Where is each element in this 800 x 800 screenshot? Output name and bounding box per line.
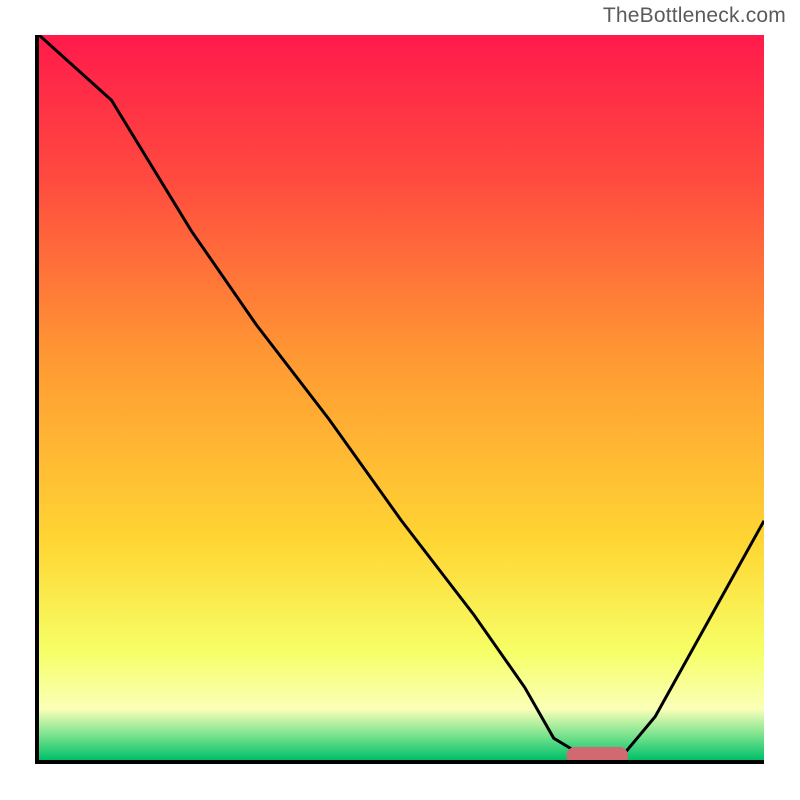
gradient-background xyxy=(39,35,764,760)
watermark-text: TheBottleneck.com xyxy=(603,4,786,28)
chart-container: TheBottleneck.com xyxy=(0,0,800,800)
optimal-marker xyxy=(566,747,628,760)
chart-svg xyxy=(39,35,764,760)
plot-area xyxy=(35,35,764,764)
